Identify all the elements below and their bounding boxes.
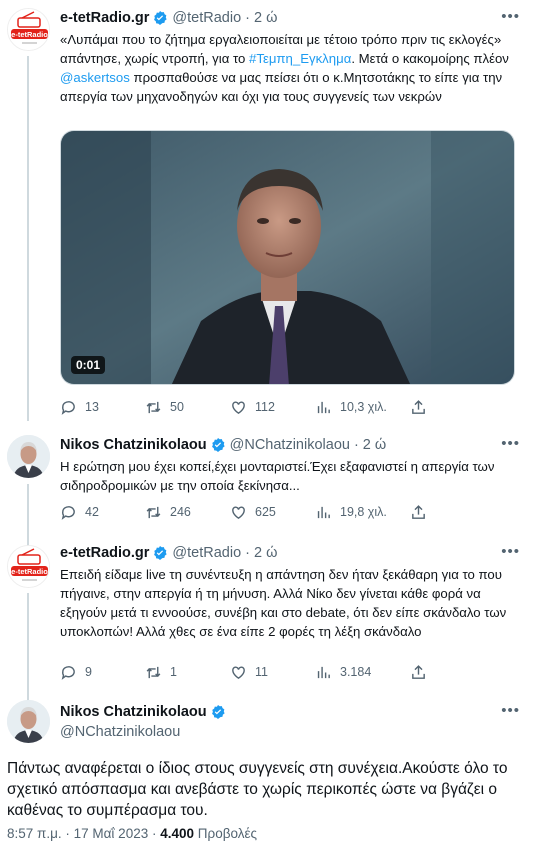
retweet-icon	[146, 401, 161, 413]
separator-dot: ·	[245, 545, 250, 561]
tweet-meta: 8:57 π.μ. · 17 Μαΐ 2023 · 4.400 Προβολές	[7, 826, 257, 841]
tweet-3[interactable]: e-tetRadio e-tetRadio.gr @tetRadio · 2 ώ…	[0, 541, 534, 743]
retweet-button[interactable]: 50	[145, 399, 230, 416]
author-handle[interactable]: @NChatzinikolaou	[60, 724, 520, 740]
share-icon	[412, 399, 425, 414]
views-count: 3.184	[340, 665, 372, 679]
author-handle[interactable]: @NChatzinikolaou	[230, 437, 350, 453]
reply-button[interactable]: 13	[60, 399, 145, 416]
verified-badge-icon	[154, 11, 168, 25]
share-icon	[412, 664, 425, 679]
author-name[interactable]: Nikos Chatzinikolaou	[60, 437, 207, 453]
tweet-header: e-tetRadio.gr @tetRadio · 2 ώ •••	[60, 8, 520, 28]
timestamp[interactable]: 8:57 π.μ. · 17 Μαΐ 2023 ·	[7, 826, 160, 841]
tweet-time[interactable]: 2 ώ	[254, 10, 277, 26]
author-handle[interactable]: @tetRadio	[172, 545, 241, 561]
verified-badge-icon	[211, 438, 225, 452]
reply-icon	[61, 505, 75, 520]
separator-dot: ·	[245, 10, 250, 26]
video-player[interactable]: 0:01	[60, 130, 515, 385]
reply-icon	[61, 400, 75, 415]
retweet-icon	[146, 666, 161, 678]
reply-button[interactable]: 42	[60, 504, 145, 521]
thread-line	[27, 56, 29, 421]
video-timestamp: 0:01	[71, 356, 106, 374]
tetradio-logo: e-tetRadio	[8, 9, 49, 50]
more-options-icon[interactable]: •••	[501, 702, 520, 719]
hashtag-link[interactable]: #Τεμπη_Εγκλημα	[249, 51, 351, 66]
retweet-icon	[146, 506, 161, 518]
tweet-time[interactable]: 2 ώ	[363, 437, 386, 453]
tweet-header: Nikos Chatzinikolaou @NChatzinikolaou · …	[60, 435, 520, 455]
separator-dot: ·	[353, 437, 359, 453]
views-label: Προβολές	[194, 826, 257, 841]
main-tweet: Nikos Chatzinikolaou ••• @NChatzinikolao…	[0, 698, 534, 851]
tweet-text: Η ερώτηση μου έχει κοπεί,έχει μονταριστε…	[60, 459, 495, 493]
like-button[interactable]: 625	[230, 504, 315, 521]
heart-icon	[232, 400, 245, 414]
reply-icon	[61, 665, 75, 680]
main-tweet-text: Πάντως αναφέρεται ο ίδιος στους συγγενεί…	[7, 760, 508, 819]
nchatzinikolaou-avatar[interactable]	[7, 435, 50, 478]
share-button[interactable]	[410, 504, 440, 521]
reply-button[interactable]: 9	[60, 664, 145, 681]
tweet-header: e-tetRadio.gr @tetRadio · 2 ώ •••	[60, 543, 520, 563]
tetradio-logo-text: e-tetRadio	[11, 30, 48, 39]
main-tweet-header: Nikos Chatzinikolaou •••	[60, 702, 520, 722]
views-total: 4.400	[160, 826, 195, 841]
more-options-icon[interactable]: •••	[501, 8, 520, 25]
tetradio-avatar[interactable]: e-tetRadio	[7, 545, 50, 588]
retweet-button[interactable]: 1	[145, 664, 230, 681]
heart-icon	[232, 665, 245, 679]
tetradio-avatar[interactable]: e-tetRadio	[7, 8, 50, 51]
tweet-time[interactable]: 2 ώ	[254, 545, 277, 561]
like-button[interactable]: 11	[230, 664, 315, 681]
reply-count: 9	[85, 665, 92, 679]
like-count: 625	[255, 505, 276, 519]
verified-badge-icon	[211, 705, 225, 719]
like-button[interactable]: 112	[230, 399, 315, 416]
author-handle[interactable]: @tetRadio	[172, 10, 241, 26]
verified-badge-icon	[154, 546, 168, 560]
views-button[interactable]: 19,8 χιλ.	[315, 504, 400, 521]
tetradio-logo-text: e-tetRadio	[11, 567, 48, 576]
views-chart-icon	[317, 506, 330, 518]
views-button[interactable]: 3.184	[315, 664, 400, 681]
tweet-2[interactable]: Nikos Chatzinikolaou @NChatzinikolaou · …	[0, 430, 534, 550]
tweet-actions: 9 1 11 3.184	[60, 662, 450, 682]
views-count: 10,3 χιλ.	[340, 400, 387, 414]
retweet-button[interactable]: 246	[145, 504, 230, 521]
retweet-count: 50	[170, 400, 184, 414]
tweet-1[interactable]: e-tetRadio e-tetRadio.gr @tetRadio · 2 ώ…	[0, 0, 534, 421]
share-icon	[412, 504, 425, 519]
author-name[interactable]: Nikos Chatzinikolaou	[60, 704, 207, 720]
tweet-text: Επειδή είδαμε live τη συνέντευξη η απάντ…	[60, 567, 507, 639]
like-count: 11	[255, 665, 268, 679]
tweet-actions: 13 50 112 10,3 χιλ.	[60, 397, 450, 417]
mention-link[interactable]: @askertsos	[60, 70, 130, 85]
author-name[interactable]: e-tetRadio.gr	[60, 10, 149, 26]
views-chart-icon	[317, 666, 330, 678]
more-options-icon[interactable]: •••	[501, 543, 520, 560]
tweet-actions: 42 246 625 19,8 χιλ.	[60, 502, 450, 522]
like-count: 112	[255, 400, 275, 414]
views-chart-icon	[317, 401, 330, 413]
more-options-icon[interactable]: •••	[501, 435, 520, 452]
profile-photo	[7, 435, 50, 478]
reply-count: 13	[85, 400, 99, 414]
nchatzinikolaou-avatar[interactable]	[7, 700, 50, 743]
author-name[interactable]: e-tetRadio.gr	[60, 545, 149, 561]
share-button[interactable]	[410, 664, 440, 681]
profile-photo	[7, 700, 50, 743]
tweet-text: «Λυπάμαι που το ζήτημα εργαλειοποιείται …	[60, 32, 509, 104]
heart-icon	[232, 505, 245, 519]
video-frame	[61, 131, 514, 384]
views-count: 19,8 χιλ.	[340, 505, 387, 519]
views-button[interactable]: 10,3 χιλ.	[315, 399, 400, 416]
tetradio-logo: e-tetRadio	[8, 546, 49, 587]
reply-count: 42	[85, 505, 99, 519]
retweet-count: 246	[170, 505, 191, 519]
retweet-count: 1	[170, 665, 177, 679]
share-button[interactable]	[410, 399, 440, 416]
